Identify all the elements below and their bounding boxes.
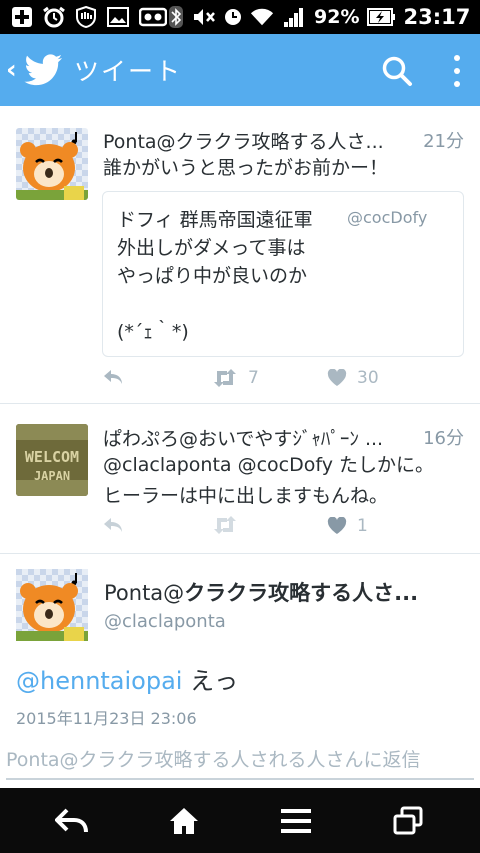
tweet-author[interactable]: ぱわぷろ@おいでやすｼﾞｬﾊﾟｰﾝ ... <box>103 424 411 451</box>
like-button[interactable]: 1 <box>327 516 368 536</box>
detail-author-rest: クラクラ攻略する人さ... <box>184 581 419 605</box>
recent-apps-button[interactable] <box>388 804 428 838</box>
bluetooth-icon <box>168 6 184 28</box>
mute-icon <box>192 6 216 28</box>
reply-icon <box>104 518 122 532</box>
back-arrow-icon <box>55 808 88 833</box>
tweet-mentions[interactable]: @claclaponta @cocDofy <box>103 454 333 476</box>
tweet-text-line2: ヒーラーは中に出しますもんね。 <box>103 485 389 507</box>
avatar[interactable]: WELCOM JAPAN <box>16 424 88 496</box>
tweet-item[interactable]: Ponta@クラクラ攻略する人さ... 21分 誰かがいうと思ったがお前かー！ … <box>0 106 480 404</box>
app-bar: ‹ ツイート <box>0 34 480 106</box>
image-icon <box>106 6 130 28</box>
home-button[interactable] <box>164 804 204 838</box>
detail-author[interactable]: Ponta@クラクラ攻略する人さ... <box>104 577 454 607</box>
quoted-text: 外出しがダメって事は やっぱり中が良いのか (*´ｪ｀*) <box>117 237 308 343</box>
retweet-icon <box>214 516 236 534</box>
recent-apps-icon <box>393 806 423 835</box>
retweet-button[interactable] <box>212 516 238 534</box>
tweet-time: 16分 <box>423 428 464 449</box>
avatar[interactable] <box>16 569 88 641</box>
twitter-bird-icon[interactable] <box>24 53 64 87</box>
home-icon <box>170 808 198 834</box>
tweet-actions: 1 <box>0 516 480 540</box>
quoted-tweet[interactable]: ドフィ 群馬帝国遠征軍 @cocDofy 外出しがダメって事は やっぱり中が良い… <box>102 191 464 357</box>
retweet-icon <box>214 369 236 387</box>
search-icon[interactable] <box>380 54 414 88</box>
heart-icon <box>327 369 347 386</box>
tweet-text: @claclaponta @cocDofy たしかに。 ヒーラーは中に出しますも… <box>103 450 463 512</box>
detail-text: @henntaiopai えっ <box>16 661 238 696</box>
tweet-time: 21分 <box>423 131 464 152</box>
back-chevron-icon[interactable]: ‹ <box>6 55 20 85</box>
page-title: ツイート <box>74 57 183 86</box>
battery-percent: 92% <box>314 6 360 28</box>
detail-text-body: えっ <box>182 667 239 695</box>
signal-icon <box>282 6 306 28</box>
reply-box <box>6 738 474 780</box>
reply-button[interactable] <box>102 516 124 534</box>
svg-text:WELCOM: WELCOM <box>25 448 79 466</box>
battery-charging-icon <box>367 6 396 28</box>
like-count: 1 <box>357 516 368 536</box>
tweet-author[interactable]: Ponta@クラクラ攻略する人さ... <box>103 127 411 154</box>
tweet-text-line1: たしかに。 <box>339 454 435 476</box>
avatar[interactable] <box>16 128 88 200</box>
navigation-bar <box>0 788 480 853</box>
svg-text:JAPAN: JAPAN <box>34 469 70 483</box>
reply-button[interactable] <box>102 368 124 386</box>
menu-button[interactable] <box>276 804 316 838</box>
wifi-icon <box>250 6 274 28</box>
plus-box-icon <box>10 6 34 28</box>
tweet-actions: 7 30 <box>0 368 480 392</box>
hand-shield-icon <box>74 6 98 28</box>
clock-icon <box>224 6 242 28</box>
quoted-author: ドフィ 群馬帝国遠征軍 <box>117 209 313 231</box>
back-button[interactable] <box>52 804 92 838</box>
heart-icon <box>327 517 347 534</box>
alarm-icon <box>42 6 66 28</box>
reply-input[interactable] <box>6 738 474 778</box>
like-button[interactable]: 30 <box>327 368 379 388</box>
reply-icon <box>104 370 122 384</box>
menu-icon <box>281 809 311 833</box>
retweet-count: 7 <box>248 368 259 388</box>
vr-glasses-icon <box>138 6 168 28</box>
clock-time: 23:17 <box>403 5 471 29</box>
detail-mention-link[interactable]: @henntaiopai <box>16 667 182 695</box>
like-count: 30 <box>357 368 379 388</box>
status-bar: 92% 23:17 <box>0 0 480 34</box>
tweet-item[interactable]: WELCOM JAPAN ぱわぷろ@おいでやすｼﾞｬﾊﾟｰﾝ ... 16分 @… <box>0 404 480 554</box>
detail-date: 2015年11月23日 23:06 <box>16 709 197 728</box>
overflow-menu-icon[interactable] <box>446 52 468 90</box>
quoted-handle: @cocDofy <box>347 208 428 227</box>
retweet-button[interactable]: 7 <box>212 368 259 388</box>
detail-handle[interactable]: @claclaponta <box>104 611 226 632</box>
detail-author-prefix: Ponta@ <box>104 581 185 605</box>
tweet-text: 誰かがいうと思ったがお前かー！ <box>103 157 389 179</box>
